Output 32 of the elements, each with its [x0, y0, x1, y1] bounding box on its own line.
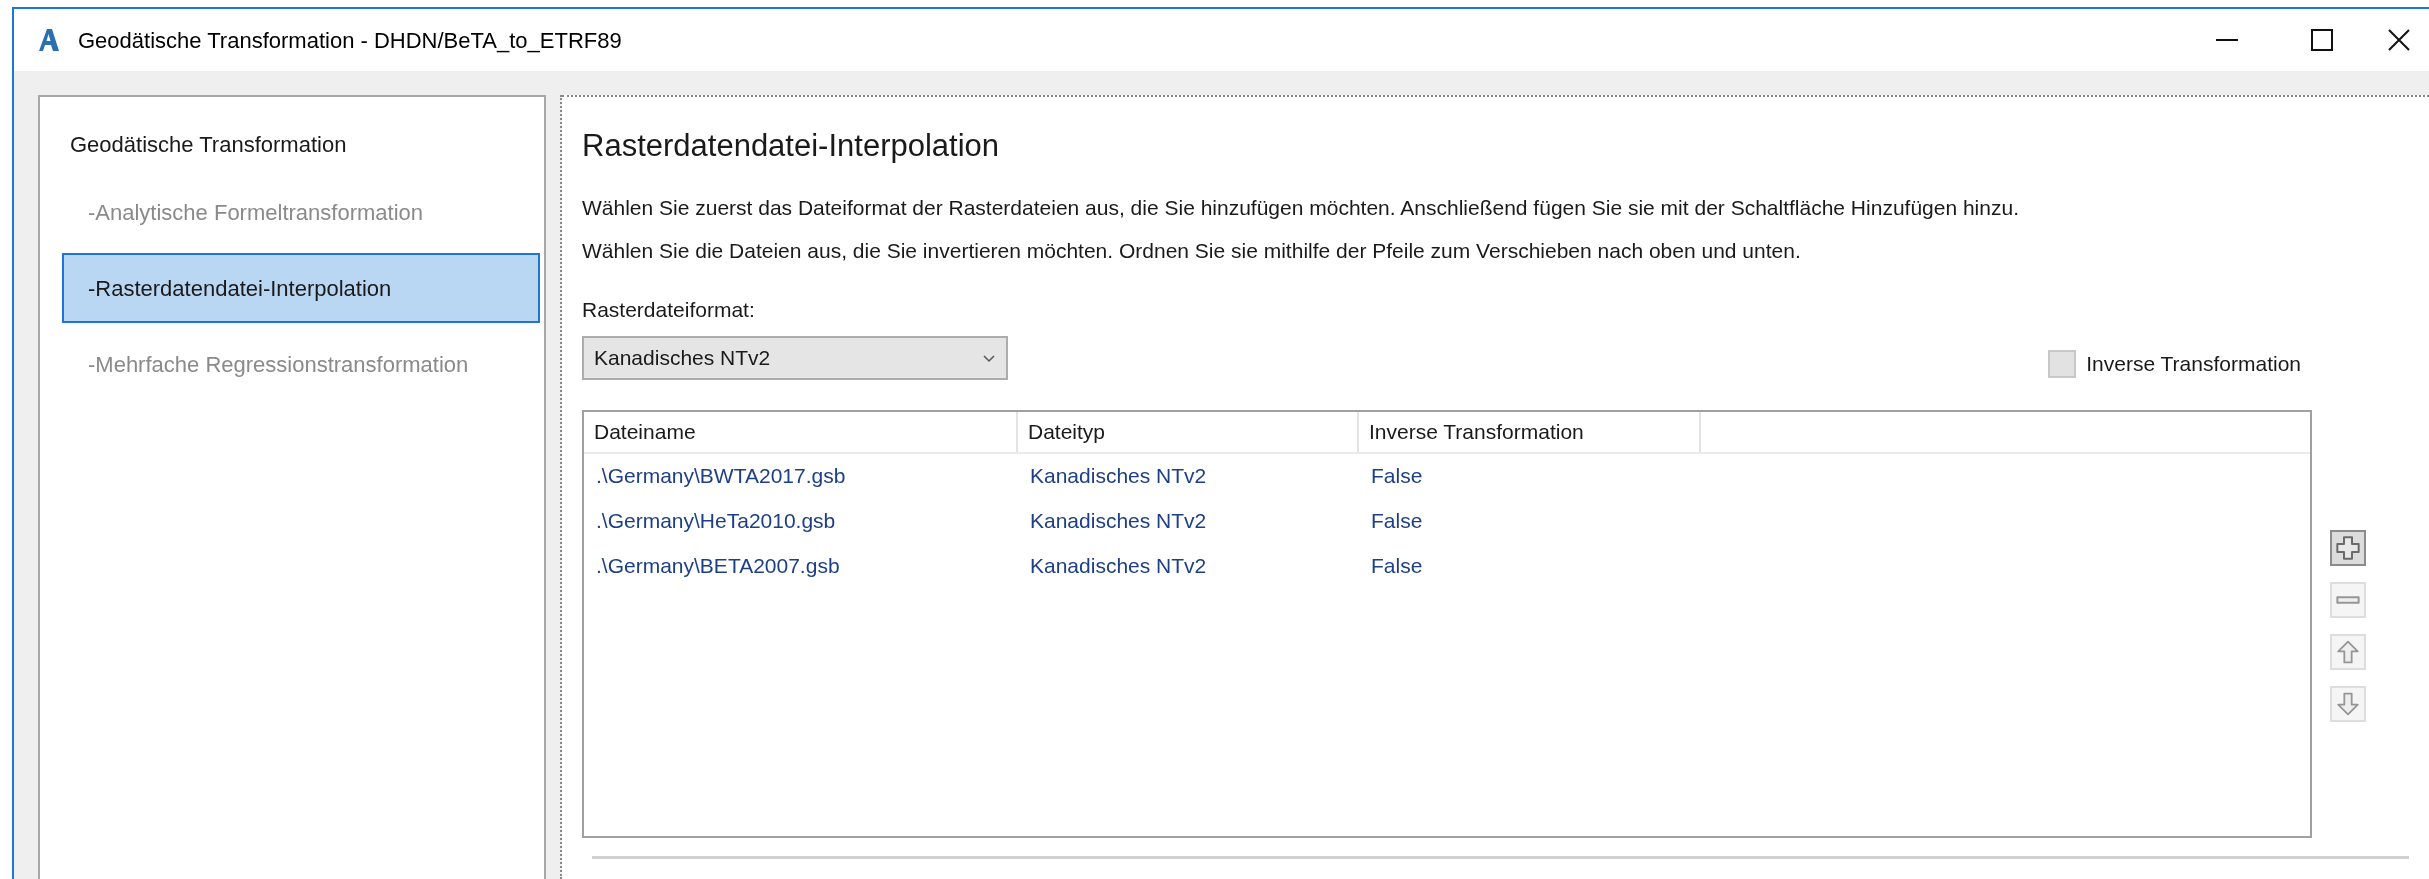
- minimize-icon: [2215, 38, 2238, 42]
- sidebar-item[interactable]: -Rasterdatendatei-Interpolation: [62, 253, 540, 323]
- checkbox[interactable]: [2048, 349, 2077, 378]
- format-dropdown[interactable]: Kanadisches NTv2: [582, 335, 1008, 380]
- section-heading: Rasterdatendatei-Interpolation: [582, 127, 1001, 165]
- format-label: Rasterdateiformat:: [582, 297, 756, 323]
- checkbox-label: Inverse Transformation: [2086, 351, 2301, 377]
- maximize-icon: [2310, 29, 2333, 51]
- column-header[interactable]: Inverse Transformation: [1359, 411, 1701, 452]
- add-button[interactable]: [2330, 529, 2366, 566]
- app-logo-icon: [36, 27, 62, 53]
- column-header[interactable]: Dateityp: [1018, 411, 1359, 452]
- description-text: Wählen Sie die Dateien aus, die Sie invertieren möchten. Ordnen Sie sie mithilfe der Pfeile zum Verschieben nach oben und unten.: [582, 238, 1802, 264]
- down-arrow-icon: [2337, 691, 2359, 716]
- column-header[interactable]: Dateiname: [584, 411, 1018, 452]
- up-arrow-icon: [2337, 639, 2359, 664]
- minus-icon: [2336, 595, 2360, 604]
- table-cell-text: False: [1370, 463, 1424, 490]
- close-icon: [2388, 29, 2410, 51]
- table-cell-text: Kanadisches NTv2: [1029, 463, 1208, 490]
- table-cell-text: Kanadisches NTv2: [1029, 508, 1208, 535]
- table-cell-text: .\Germany\BETA2007.gsb: [595, 553, 841, 580]
- chevron-down-icon: [982, 352, 996, 363]
- table-cell-text: False: [1370, 553, 1424, 580]
- sidebar-item[interactable]: Geodätische Transformation: [48, 109, 538, 179]
- plus-icon: [2336, 535, 2360, 560]
- table-cell-text: False: [1370, 508, 1424, 535]
- table-cell-text: .\Germany\BWTA2017.gsb: [595, 463, 847, 490]
- table-cell-text: .\Germany\HeTa2010.gsb: [595, 508, 837, 535]
- description-text: Wählen Sie zuerst das Dateiformat der Rasterdateien aus, die Sie hinzufügen möchten. Anschließend fügen Sie sie mit der Schaltfläche Hinzufügen hinzu.: [582, 195, 2020, 221]
- window-title: Geodätische Transformation - DHDN/BeTA_to_ETRF89: [78, 26, 622, 55]
- table-cell-text: Kanadisches NTv2: [1029, 553, 1208, 580]
